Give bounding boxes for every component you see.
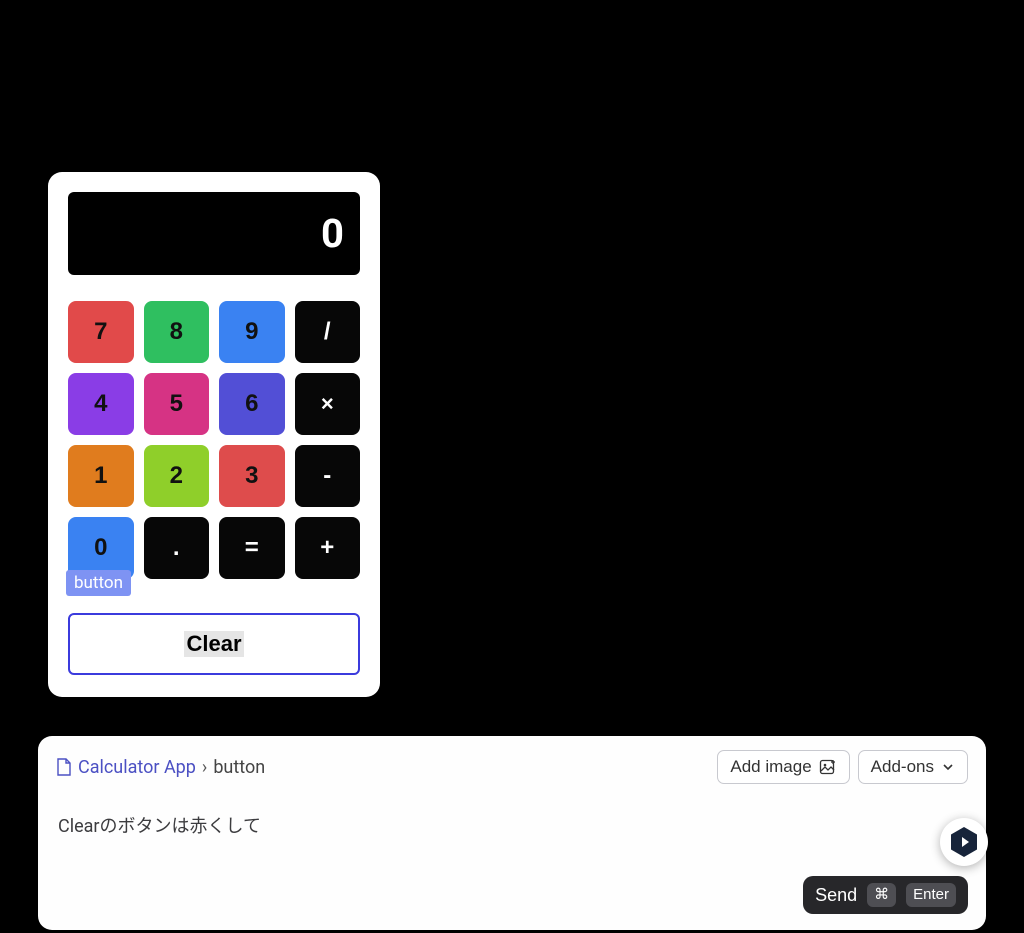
breadcrumb-second: button [213, 757, 265, 778]
send-button[interactable]: Send ⌘ Enter [803, 876, 968, 914]
prompt-input[interactable]: Clearのボタンは赤くして [56, 784, 968, 876]
key-7[interactable]: 7 [68, 301, 134, 363]
add-image-label: Add image [730, 757, 811, 777]
addons-button[interactable]: Add-ons [858, 750, 968, 784]
assistant-fab[interactable] [940, 818, 988, 866]
key-divide[interactable]: / [295, 301, 361, 363]
key-plus[interactable]: + [295, 517, 361, 579]
send-label: Send [815, 885, 857, 906]
key-9[interactable]: 9 [219, 301, 285, 363]
calculator-display: 0 [68, 192, 360, 275]
file-icon [56, 758, 72, 776]
key-3[interactable]: 3 [219, 445, 285, 507]
key-minus[interactable]: - [295, 445, 361, 507]
clear-button[interactable]: Clear [68, 613, 360, 675]
image-plus-icon [819, 758, 837, 776]
key-multiply[interactable]: × [295, 373, 361, 435]
key-2[interactable]: 2 [144, 445, 210, 507]
key-dot[interactable]: . [144, 517, 210, 579]
shortcut-key: Enter [906, 883, 956, 907]
play-icon [962, 837, 969, 847]
element-tooltip: button [66, 570, 131, 596]
prompt-header: Calculator App › button Add image Ad [56, 750, 968, 784]
prompt-actions: Add image Add-ons [717, 750, 968, 784]
chevron-right-icon: › [202, 757, 207, 778]
calculator-keypad: 789/456×123-0.=+button [68, 301, 360, 579]
key-equals[interactable]: = [219, 517, 285, 579]
clear-button-label: Clear [184, 631, 243, 657]
breadcrumb-first: Calculator App [78, 757, 196, 778]
addons-label: Add-ons [871, 757, 934, 777]
shortcut-cmd: ⌘ [867, 883, 896, 907]
chevron-down-icon [941, 760, 955, 774]
key-6[interactable]: 6 [219, 373, 285, 435]
add-image-button[interactable]: Add image [717, 750, 849, 784]
key-5[interactable]: 5 [144, 373, 210, 435]
key-8[interactable]: 8 [144, 301, 210, 363]
calculator-app: 0 789/456×123-0.=+button Clear [48, 172, 380, 697]
hex-icon [951, 827, 977, 857]
send-row: Send ⌘ Enter [56, 876, 968, 914]
key-4[interactable]: 4 [68, 373, 134, 435]
prompt-panel: Calculator App › button Add image Ad [38, 736, 986, 930]
breadcrumb[interactable]: Calculator App › button [56, 757, 265, 778]
key-1[interactable]: 1 [68, 445, 134, 507]
